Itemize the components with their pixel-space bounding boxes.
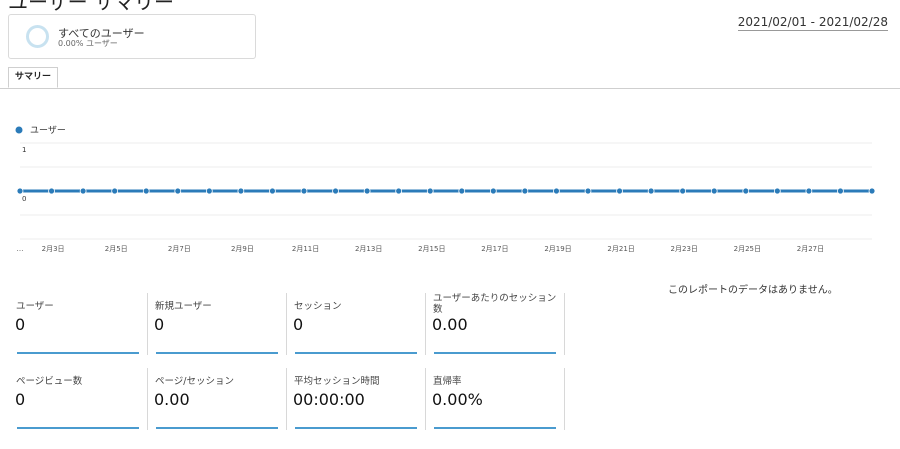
data-point: [269, 187, 276, 195]
metric-label: 新規ユーザー: [155, 301, 212, 312]
metric-value: 0: [15, 315, 26, 334]
x-tick-label: 2月25日: [734, 245, 761, 253]
legend-marker: [15, 126, 23, 134]
data-point: [237, 187, 245, 195]
y-tick-label: 0: [22, 195, 26, 203]
segment-percent-ring-icon: [26, 25, 49, 48]
page-title: ユーザー サマリー: [8, 0, 174, 14]
data-point: [679, 187, 687, 195]
segment-card[interactable]: すべてのユーザー 0.00% ユーザー: [8, 14, 256, 59]
data-point: [205, 187, 213, 195]
legend-label: ユーザー: [30, 125, 66, 136]
data-point: [837, 187, 844, 195]
data-point: [363, 187, 371, 195]
data-point: [489, 187, 497, 195]
x-tick-label: 2月21日: [607, 245, 634, 253]
metric-label: セッション: [294, 301, 342, 312]
no-data-message: このレポートのデータはありません。: [668, 285, 838, 296]
metric-value: 0.00: [432, 315, 468, 334]
data-point: [79, 187, 87, 195]
data-point: [458, 187, 466, 195]
data-point: [16, 187, 24, 195]
x-tick-label: 2月13日: [355, 245, 382, 253]
data-point: [111, 187, 119, 195]
metric-sparkline: [17, 427, 139, 429]
metric-value: 0: [15, 390, 26, 409]
date-range-picker[interactable]: 2021/02/01 - 2021/02/28: [737, 15, 888, 31]
tab-summary[interactable]: サマリー: [8, 67, 58, 88]
metric-label: 直帰率: [433, 376, 462, 387]
metric-avg-session-duration[interactable]: 平均セッション時間 00:00:00: [286, 368, 426, 430]
metric-sparkline: [295, 427, 417, 429]
data-point: [332, 187, 339, 195]
metric-label: ユーザーあたりのセッション数: [433, 293, 557, 315]
metric-label: ページ/セッション: [155, 376, 235, 387]
metric-sessions-per-user[interactable]: ユーザーあたりのセッション数 0.00: [425, 293, 565, 355]
x-tick-label: 2月11日: [292, 245, 319, 253]
data-point: [48, 187, 55, 195]
data-point: [805, 187, 813, 195]
metric-sparkline: [156, 352, 278, 354]
segment-percent: 0.00% ユーザー: [58, 39, 118, 48]
data-point: [742, 187, 750, 195]
metric-pageviews[interactable]: ページビュー数 0: [8, 368, 148, 430]
data-point: [616, 187, 623, 195]
metric-value: 0.00: [154, 390, 190, 409]
metric-value: 0: [154, 315, 165, 334]
users-line-chart: ユーザー 1 0 … 2月3日 2月5日 2月7日 2月9日 2月11日 2月13日 2月15日 2月…: [15, 125, 876, 253]
metric-sparkline: [17, 352, 139, 354]
metric-sparkline: [295, 352, 417, 354]
x-tick-label: 2月15日: [418, 245, 445, 253]
x-tick-label: 2月17日: [481, 245, 508, 253]
data-point: [647, 187, 655, 195]
y-tick-label: 1: [22, 146, 26, 154]
metric-sparkline: [434, 352, 556, 354]
data-point: [426, 187, 434, 195]
metric-sessions[interactable]: セッション 0: [286, 293, 426, 355]
metric-sparkline: [434, 427, 556, 429]
metric-users[interactable]: ユーザー 0: [8, 293, 148, 355]
data-point: [773, 187, 781, 195]
metric-new-users[interactable]: 新規ユーザー 0: [147, 293, 287, 355]
data-point: [584, 187, 592, 195]
x-tick-label: 2月23日: [671, 245, 698, 253]
metric-label: 平均セッション時間: [294, 376, 380, 387]
x-tick-label: 2月7日: [168, 245, 191, 253]
data-point: [142, 187, 150, 195]
x-tick-label: …: [17, 245, 24, 253]
x-tick-label: 2月5日: [105, 245, 128, 253]
data-point: [553, 187, 560, 195]
x-tick-label: 2月3日: [42, 245, 65, 253]
metric-value: 0.00%: [432, 390, 483, 409]
metric-pages-per-session[interactable]: ページ/セッション 0.00: [147, 368, 287, 430]
data-point: [521, 187, 529, 195]
data-point: [174, 187, 182, 195]
metric-value: 0: [293, 315, 304, 334]
metric-bounce-rate[interactable]: 直帰率 0.00%: [425, 368, 565, 430]
data-point: [868, 187, 876, 195]
x-tick-label: 2月27日: [797, 245, 824, 253]
x-tick-label: 2月19日: [544, 245, 571, 253]
tab-bar: サマリー: [0, 67, 900, 89]
metric-label: ページビュー数: [16, 376, 83, 387]
data-point: [300, 187, 308, 195]
data-point: [395, 187, 403, 195]
data-point: [710, 187, 718, 195]
metric-label: ユーザー: [16, 301, 54, 312]
metric-value: 00:00:00: [293, 390, 365, 409]
x-tick-label: 2月9日: [231, 245, 254, 253]
metric-sparkline: [156, 427, 278, 429]
